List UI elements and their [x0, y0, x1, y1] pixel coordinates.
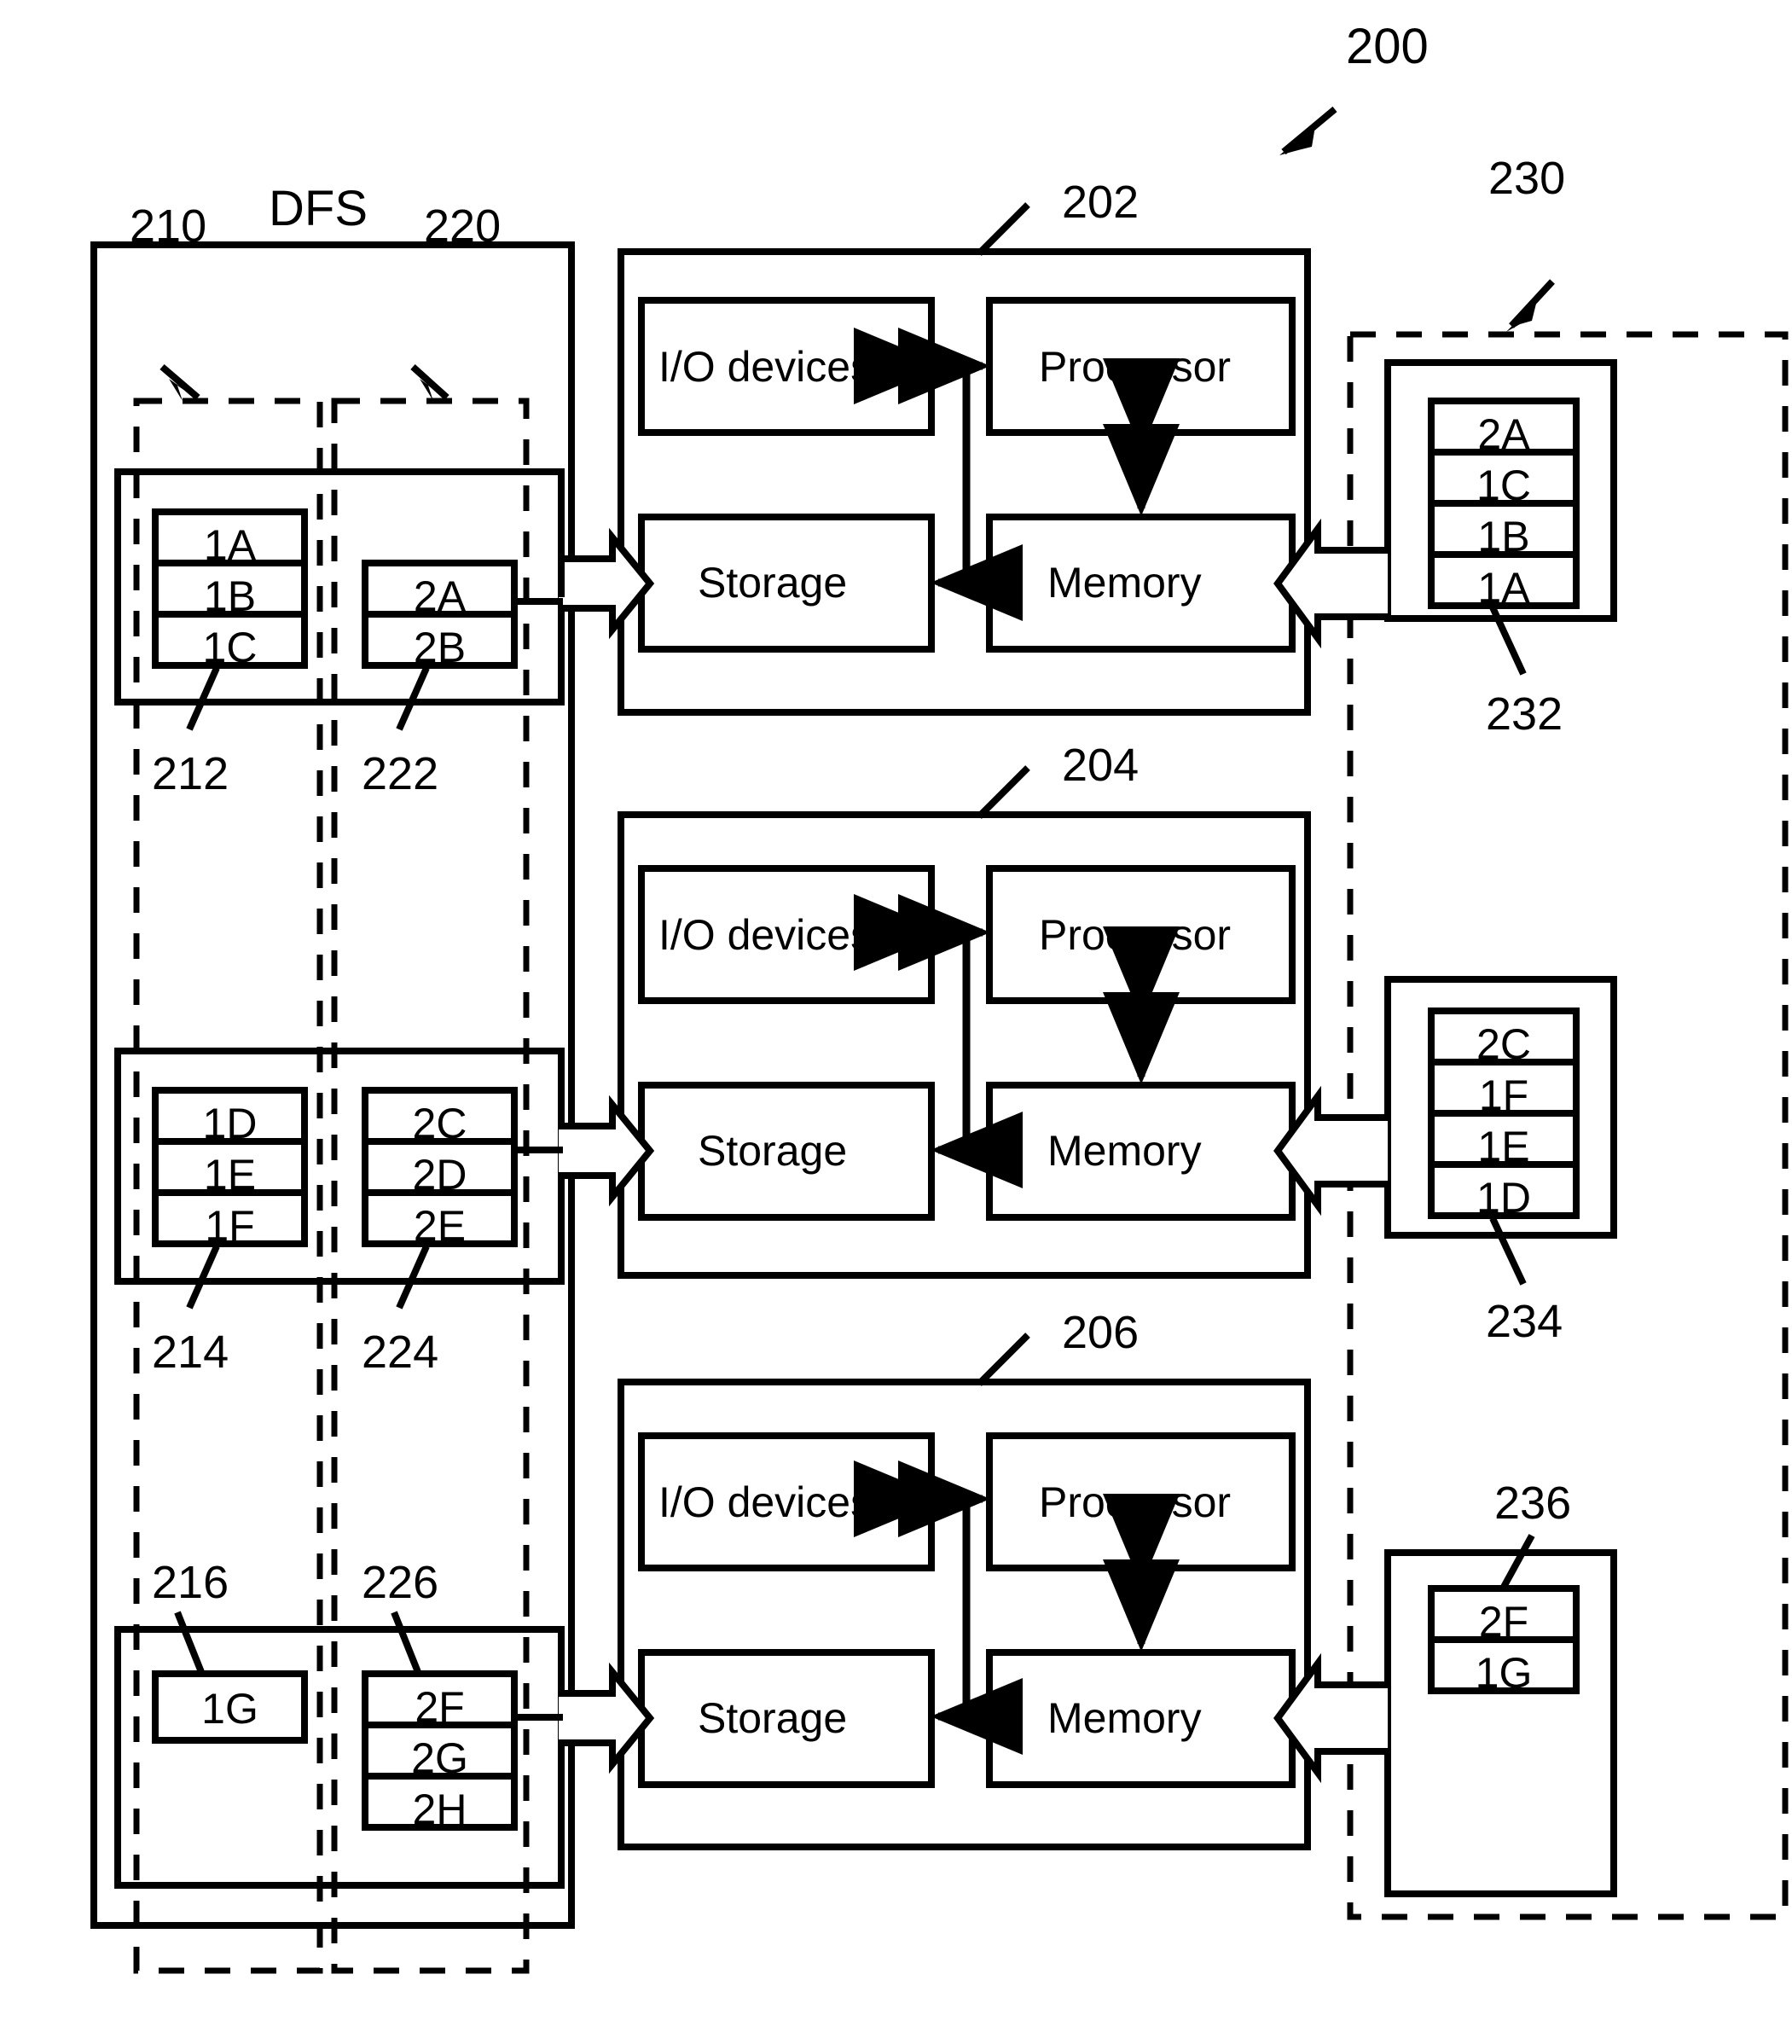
ref-label-232: 232 [1486, 688, 1563, 740]
node-206-io-label: I/O devices [658, 1478, 873, 1526]
cache-cell: 2F [1478, 1598, 1529, 1646]
node-202-memory-label: Memory [1047, 559, 1202, 607]
node-202-processor-label: Processor [1039, 343, 1232, 391]
cache-cell: 1G [1475, 1649, 1533, 1697]
node-206-storage-label: Storage [698, 1694, 848, 1742]
leader-224 [396, 1245, 430, 1309]
node-204-io-label: I/O devices [658, 911, 873, 959]
dfs-cell: 1G [201, 1685, 258, 1733]
ref-arrow-200 [1279, 106, 1337, 155]
dfs-cell: 1B [203, 572, 257, 620]
cache-cell: 1E [1477, 1123, 1530, 1170]
ref-label-210: 210 [130, 200, 207, 252]
cache-cell: 1B [1477, 513, 1530, 560]
dfs-cell: 2D [412, 1151, 467, 1199]
leader-236 [1499, 1534, 1535, 1590]
node-204-processor-label: Processor [1039, 911, 1232, 959]
leader-226 [391, 1611, 421, 1674]
figure-canvas: 200 DFS 210 220 1A 1B 1C 2A 2B 212 222 1… [0, 0, 1792, 2044]
ref-label-206: 206 [1062, 1307, 1140, 1358]
ref-label-216: 216 [152, 1557, 229, 1608]
ref-label-236: 236 [1494, 1478, 1572, 1529]
ref-label-214: 214 [152, 1327, 229, 1378]
ref-arrow-220 [410, 364, 452, 403]
ref-label-200: 200 [1346, 19, 1429, 74]
dfs-cell: 1F [205, 1202, 255, 1250]
node-202-storage-label: Storage [698, 559, 848, 607]
leader-214 [186, 1245, 220, 1309]
node-204-storage-label: Storage [698, 1127, 848, 1175]
dfs-cell: 2H [412, 1786, 467, 1833]
dfs-cell: 2A [413, 572, 467, 620]
leader-234 [1489, 1217, 1527, 1286]
ref-arrow-210 [159, 363, 203, 403]
cache-cell: 1C [1476, 462, 1531, 509]
ref-label-224: 224 [362, 1327, 439, 1378]
dfs-cell: 2C [412, 1100, 467, 1147]
ref-label-230: 230 [1488, 153, 1566, 204]
ref-label-234: 234 [1486, 1296, 1563, 1347]
ref-label-202: 202 [1062, 177, 1140, 228]
node-202-io-label: I/O devices [658, 343, 873, 391]
ref-label-222: 222 [362, 748, 439, 799]
ref-arrow-230 [1506, 279, 1555, 332]
cache-cell: 2C [1476, 1020, 1531, 1068]
dfs-title: DFS [269, 181, 368, 236]
dfs-cell: 1D [202, 1100, 258, 1147]
ref-label-220: 220 [424, 200, 502, 252]
dfs-cell: 2G [411, 1734, 468, 1782]
node-206-memory-label: Memory [1047, 1694, 1202, 1742]
dfs-cell: 1A [203, 521, 257, 569]
dfs-cell: 2E [413, 1202, 467, 1250]
dfs-cell: 2B [413, 624, 467, 671]
cache-cell: 2A [1477, 410, 1530, 458]
ref-label-212: 212 [152, 748, 229, 799]
ref-label-204: 204 [1062, 740, 1140, 791]
cache-cell: 1A [1477, 564, 1530, 612]
node-206 [618, 1333, 1311, 1850]
cache-cell: 1F [1478, 1071, 1529, 1119]
node-206-processor-label: Processor [1039, 1478, 1232, 1526]
node-204-memory-label: Memory [1047, 1127, 1202, 1175]
ref-label-226: 226 [362, 1557, 439, 1608]
node-202 [618, 202, 1311, 716]
dfs-cell: 1C [202, 624, 258, 671]
dfs-cell: 2F [415, 1683, 465, 1731]
dfs-cell: 1E [203, 1151, 257, 1199]
cache-cell: 1D [1476, 1174, 1531, 1222]
node-204 [618, 765, 1311, 1279]
leader-216 [174, 1611, 205, 1674]
